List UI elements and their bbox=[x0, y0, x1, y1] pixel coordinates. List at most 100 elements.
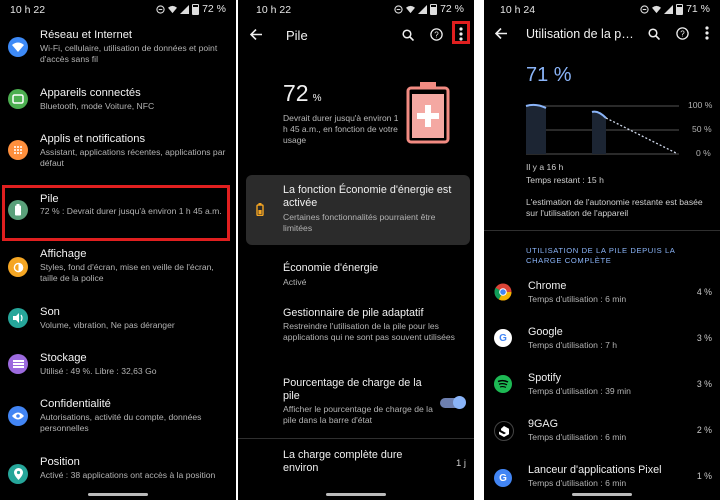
settings-item-privacy[interactable]: Confidentialité Autorisations, activité … bbox=[0, 398, 236, 448]
gesture-nav-bar[interactable] bbox=[326, 493, 386, 496]
app-usage-row-google[interactable]: G Google Temps d'utilisation : 7 h 3 % bbox=[484, 323, 720, 369]
gesture-nav-bar[interactable] bbox=[572, 493, 632, 496]
settings-item-subtitle: Autorisations, activité du compte, donné… bbox=[40, 412, 202, 433]
status-time: 10 h 22 bbox=[256, 4, 292, 16]
app-battery-percent: 2 % bbox=[696, 425, 712, 435]
setting-title: Économie d'énergie bbox=[283, 262, 379, 274]
battery-saver-large-icon bbox=[406, 82, 450, 144]
more-vert-icon[interactable] bbox=[459, 27, 463, 41]
apps-grid-icon bbox=[8, 140, 28, 160]
setting-subtitle: Afficher le pourcentage de charge de la … bbox=[283, 404, 433, 425]
pixel-launcher-icon: G bbox=[494, 469, 512, 487]
status-battery: 71 % bbox=[686, 3, 710, 15]
settings-item-storage[interactable]: Stockage Utilisé : 49 %. Libre : 32,63 G… bbox=[0, 352, 236, 402]
app-usage-row-spotify[interactable]: Spotify Temps d'utilisation : 39 min 3 % bbox=[484, 369, 720, 415]
app-name: Chrome bbox=[528, 280, 567, 292]
time-since-charge: Il y a 16 h bbox=[526, 162, 564, 172]
battery-status-icon bbox=[676, 3, 684, 15]
battery-percent: 72% bbox=[283, 80, 322, 106]
full-charge-duration: La charge complète dure environ bbox=[283, 449, 434, 475]
app-bar: Pile ? bbox=[238, 21, 474, 48]
full-charge-value: 1 j bbox=[455, 458, 466, 469]
svg-text:?: ? bbox=[434, 31, 439, 40]
saver-card-subtitle: Certaines fonctionnalités pourraient êtr… bbox=[283, 212, 436, 233]
search-icon[interactable] bbox=[648, 28, 660, 40]
signal-icon bbox=[180, 4, 190, 14]
settings-item-display[interactable]: Affichage Styles, fond d'écran, mise en … bbox=[0, 248, 236, 298]
app-battery-percent: 3 % bbox=[696, 379, 712, 389]
status-battery: 72 % bbox=[202, 3, 226, 15]
app-usage-time: Temps d'utilisation : 6 min bbox=[528, 294, 627, 304]
highlight-box bbox=[2, 185, 230, 241]
search-icon[interactable] bbox=[402, 29, 414, 41]
devices-icon bbox=[8, 89, 28, 109]
location-pin-icon bbox=[8, 464, 28, 484]
settings-item-title: Stockage bbox=[40, 352, 87, 364]
app-name: Google bbox=[528, 326, 563, 338]
settings-screen: 10 h 22 72 % Réseau et Internet Wi-Fi, c… bbox=[0, 0, 236, 500]
page-title: Pile bbox=[286, 28, 308, 43]
battery-percentage-setting[interactable]: Pourcentage de charge de la pile Affiche… bbox=[283, 377, 434, 426]
page-title: Utilisation de la p… bbox=[526, 27, 634, 41]
estimate-note: L'estimation de l'autonomie restante est… bbox=[526, 197, 703, 218]
privacy-eye-icon bbox=[8, 406, 28, 426]
divider bbox=[484, 230, 720, 231]
battery-warning-icon bbox=[256, 203, 264, 216]
wifi-icon bbox=[652, 5, 662, 13]
help-icon[interactable]: ? bbox=[676, 27, 689, 40]
dnd-icon bbox=[640, 4, 649, 14]
battery-saver-card[interactable]: La fonction Économie d'énergie est activ… bbox=[246, 175, 470, 245]
setting-subtitle: Activé bbox=[283, 277, 307, 287]
battery-status-icon bbox=[192, 3, 200, 15]
battery-usage-screen: 10 h 24 71 % Utilisation de la p… ? 71 %… bbox=[484, 0, 720, 500]
dnd-icon bbox=[156, 4, 165, 14]
gesture-nav-bar[interactable] bbox=[88, 493, 148, 496]
battery-percent: 71 % bbox=[526, 64, 572, 86]
back-arrow-icon[interactable] bbox=[495, 28, 507, 39]
settings-item-apps-notifications[interactable]: Applis et notifications Assistant, appli… bbox=[0, 132, 236, 182]
help-icon[interactable]: ? bbox=[430, 28, 443, 41]
setting-title: La charge complète dure environ bbox=[283, 449, 403, 474]
settings-item-title: Réseau et Internet bbox=[40, 29, 133, 41]
app-usage-time: Temps d'utilisation : 6 min bbox=[528, 432, 627, 442]
setting-title: Gestionnaire de pile adaptatif bbox=[283, 307, 424, 319]
adaptive-battery-setting[interactable]: Gestionnaire de pile adaptatif Restreind… bbox=[283, 307, 466, 343]
divider bbox=[238, 438, 474, 439]
app-bar: Utilisation de la p… ? bbox=[484, 22, 720, 48]
settings-item-sound[interactable]: Son Volume, vibration, Ne pas déranger bbox=[0, 306, 236, 356]
settings-item-subtitle: Volume, vibration, Ne pas déranger bbox=[40, 320, 175, 330]
battery-screen: 10 h 22 72 % Pile ? 72% Devrait durer ju… bbox=[238, 0, 474, 500]
remaining-time: Temps restant : 15 h bbox=[526, 175, 604, 185]
back-arrow-icon[interactable] bbox=[250, 29, 262, 40]
spotify-icon bbox=[494, 375, 512, 393]
9gag-icon bbox=[494, 421, 514, 441]
svg-text:?: ? bbox=[680, 30, 685, 39]
battery-saver-setting[interactable]: Économie d'énergie Activé bbox=[283, 262, 466, 288]
section-header: UTILISATION DE LA PILE DEPUIS LA CHARGE … bbox=[526, 246, 676, 265]
status-battery: 72 % bbox=[440, 3, 464, 15]
battery-estimate: Devrait durer jusqu'à environ 1 h 45 a.m… bbox=[283, 113, 399, 145]
app-usage-row-chrome[interactable]: Chrome Temps d'utilisation : 6 min 4 % bbox=[484, 277, 720, 323]
chart-label-0: 0 % bbox=[696, 148, 711, 158]
chrome-icon bbox=[494, 283, 512, 301]
settings-item-title: Position bbox=[40, 456, 80, 468]
app-usage-time: Temps d'utilisation : 39 min bbox=[528, 386, 631, 396]
brightness-icon bbox=[8, 257, 28, 277]
wifi-icon bbox=[168, 5, 178, 13]
more-vert-icon[interactable] bbox=[705, 26, 709, 40]
settings-item-title: Confidentialité bbox=[40, 398, 111, 410]
battery-percentage-toggle[interactable] bbox=[440, 396, 466, 409]
setting-title: Pourcentage de charge de la pile bbox=[283, 377, 422, 402]
settings-item-subtitle: Assistant, applications récentes, applic… bbox=[40, 147, 226, 168]
app-battery-percent: 3 % bbox=[696, 333, 712, 343]
app-usage-time: Temps d'utilisation : 7 h bbox=[528, 340, 618, 350]
settings-item-network[interactable]: Réseau et Internet Wi-Fi, cellulaire, ut… bbox=[0, 28, 236, 78]
app-usage-row-9gag[interactable]: 9GAG Temps d'utilisation : 6 min 2 % bbox=[484, 415, 720, 461]
battery-usage-chart bbox=[525, 103, 679, 155]
status-bar: 10 h 22 72 % bbox=[0, 0, 236, 18]
settings-item-title: Son bbox=[40, 306, 60, 318]
dnd-icon bbox=[394, 4, 403, 14]
status-bar: 10 h 22 72 % bbox=[238, 0, 474, 18]
settings-item-connected-devices[interactable]: Appareils connectés Bluetooth, mode Voit… bbox=[0, 86, 236, 136]
settings-item-subtitle: Styles, fond d'écran, mise en veille de … bbox=[40, 262, 214, 283]
